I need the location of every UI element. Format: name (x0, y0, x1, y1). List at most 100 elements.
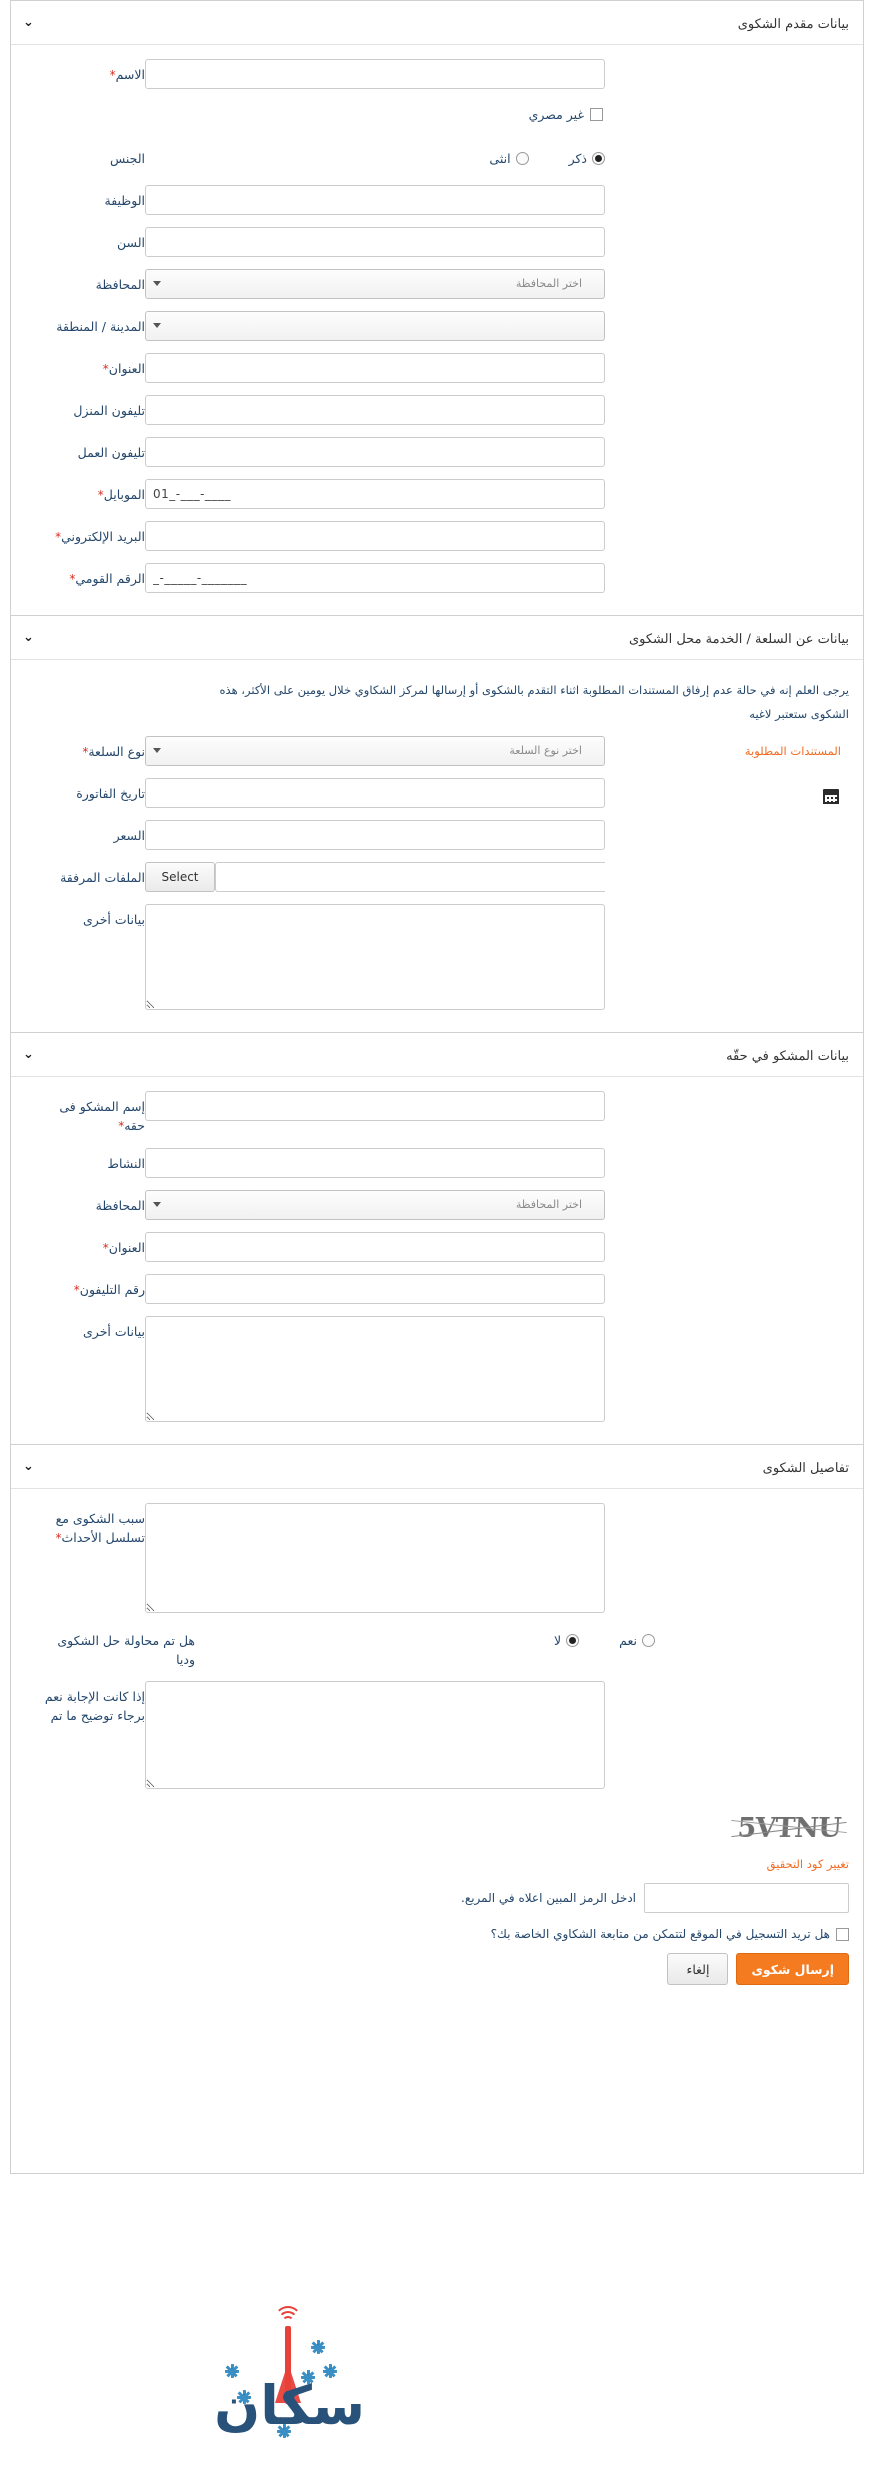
defendant-phone-control (145, 1274, 605, 1304)
captcha-input[interactable] (644, 1883, 849, 1913)
invoice-date-label-text: تاريخ الفاتورة (76, 786, 145, 801)
field-row-mobile: الموبايل* (11, 479, 863, 509)
defendant-governorate-select[interactable]: اختر المحافظة (145, 1190, 605, 1220)
product-type-label-text: نوع السلعة (88, 744, 145, 759)
field-row-reason: سبب الشكوى مع تسلسل الأحداث* (11, 1503, 863, 1613)
amicable-yes-option[interactable]: نعم (619, 1633, 655, 1648)
chevron-down-icon[interactable]: ⌄ (23, 616, 34, 660)
defendant-address-input[interactable] (145, 1232, 605, 1262)
calendar-icon-wrap (605, 778, 849, 808)
amicable-no-option[interactable]: لا (554, 1633, 580, 1648)
field-row-home-phone: تليفون المنزل (11, 395, 863, 425)
attachments-file-name (215, 862, 605, 892)
defendant-phone-input[interactable] (145, 1274, 605, 1304)
amicable-label: هل تم محاولة حل الشكوى وديا (25, 1625, 195, 1669)
non-egyptian-checkbox[interactable] (590, 107, 603, 121)
activity-input[interactable] (145, 1148, 605, 1178)
city-label-text: المدينة / المنطقة (56, 319, 145, 334)
reason-textarea[interactable] (145, 1503, 605, 1613)
field-row-product-type: المستندات المطلوبة اختر نوع السلعة نوع ا… (11, 736, 863, 766)
calendar-icon[interactable] (823, 789, 839, 804)
field-row-name: الاسم* (11, 59, 863, 89)
address-label-text: العنوان (108, 361, 145, 376)
if-yes-textarea[interactable] (145, 1681, 605, 1789)
gender-male-option[interactable]: ذكر (569, 151, 605, 166)
city-select[interactable] (145, 311, 605, 341)
defendant-name-label-text: إسم المشكو فى حقه (59, 1099, 145, 1133)
product-type-label: نوع السلعة* (25, 736, 145, 762)
price-label: السعر (25, 820, 145, 845)
email-label-text: البريد الإلكتروني (61, 529, 145, 544)
invoice-date-input[interactable] (145, 778, 605, 808)
gender-female-option[interactable]: انثى (489, 151, 529, 166)
defendant-phone-label: رقم التليفون* (25, 1274, 145, 1300)
product-other-control (145, 904, 605, 1010)
governorate-select[interactable]: اختر المحافظة (145, 269, 605, 299)
action-button-row: إرسال شكوى إلغاء (11, 1941, 863, 2005)
address-control (145, 353, 605, 383)
age-label-text: السن (117, 235, 145, 250)
product-type-select[interactable]: اختر نوع السلعة (145, 736, 605, 766)
section-details-body: سبب الشكوى مع تسلسل الأحداث* نعم لا هل ت… (11, 1489, 863, 2438)
name-input[interactable] (145, 59, 605, 89)
product-other-label-text: بيانات أخرى (83, 912, 145, 927)
field-row-attachments: Select الملفات المرفقة (11, 862, 863, 892)
field-row-defendant-other: بيانات أخرى (11, 1316, 863, 1422)
section-product-header[interactable]: ⌄ بيانات عن السلعة / الخدمة محل الشكوى (11, 616, 863, 660)
register-checkbox[interactable] (836, 1927, 849, 1941)
section-complainant-header[interactable]: ⌄ بيانات مقدم الشكوى (11, 1, 863, 45)
chevron-down-icon[interactable]: ⌄ (23, 1, 34, 45)
work-phone-label-text: تليفون العمل (77, 445, 145, 460)
work-phone-input[interactable] (145, 437, 605, 467)
amicable-no-radio[interactable] (566, 1633, 580, 1647)
chevron-down-icon[interactable]: ⌄ (23, 1033, 34, 1077)
age-input[interactable] (145, 227, 605, 257)
amicable-yes-label: نعم (619, 1632, 637, 1648)
age-control (145, 227, 605, 257)
chevron-down-icon[interactable]: ⌄ (23, 1445, 34, 1489)
job-input[interactable] (145, 185, 605, 215)
field-row-city: المدينة / المنطقة (11, 311, 863, 341)
defendant-address-label: العنوان* (25, 1232, 145, 1258)
section-defendant-header[interactable]: ⌄ بيانات المشكو في حقّه (11, 1033, 863, 1077)
required-docs-link-wrap: المستندات المطلوبة (605, 736, 849, 766)
email-input[interactable] (145, 521, 605, 551)
required-documents-link[interactable]: المستندات المطلوبة (745, 744, 841, 758)
home-phone-label: تليفون المنزل (25, 395, 145, 420)
captcha-zone: 5VTNU تغيير كود التحقيق (11, 1793, 863, 1875)
sakkan-logo: سكان (214, 2306, 365, 2438)
address-input[interactable] (145, 353, 605, 383)
logo-wordmark: سكان (214, 2374, 365, 2437)
gender-female-radio[interactable] (515, 151, 529, 165)
national-id-control (145, 563, 605, 593)
register-question-label: هل تريد التسجيل في الموقع لتتمكن من متاب… (490, 1927, 830, 1941)
amicable-yes-radio[interactable] (642, 1633, 655, 1647)
gender-label-text: الجنس (109, 151, 145, 166)
footer-spacer (11, 2005, 863, 2155)
national-id-input[interactable] (145, 563, 605, 593)
gender-male-radio[interactable] (592, 151, 605, 165)
section-details-header[interactable]: ⌄ تفاصيل الشكوى (11, 1445, 863, 1489)
defendant-name-input[interactable] (145, 1091, 605, 1121)
submit-complaint-button[interactable]: إرسال شكوى (736, 1953, 849, 1985)
mobile-input[interactable] (145, 479, 605, 509)
price-input[interactable] (145, 820, 605, 850)
section-complainant-title: بيانات مقدم الشكوى (737, 17, 849, 32)
field-row-product-other: بيانات أخرى (11, 904, 863, 1010)
activity-label-text: النشاط (107, 1156, 145, 1171)
captcha-refresh-link[interactable]: تغيير كود التحقيق (25, 1857, 849, 1871)
mobile-label: الموبايل* (25, 479, 145, 505)
amicable-label-text: هل تم محاولة حل الشكوى وديا (57, 1633, 195, 1667)
cancel-button[interactable]: إلغاء (667, 1953, 729, 1985)
defendant-other-textarea[interactable] (145, 1316, 605, 1422)
field-row-national-id: الرقم القومي* (11, 563, 863, 593)
field-row-price: السعر (11, 820, 863, 850)
logo-spark-icon (311, 2340, 325, 2354)
product-other-textarea[interactable] (145, 904, 605, 1010)
home-phone-input[interactable] (145, 395, 605, 425)
attachments-select-button[interactable]: Select (145, 862, 215, 892)
field-row-age: السن (11, 227, 863, 257)
